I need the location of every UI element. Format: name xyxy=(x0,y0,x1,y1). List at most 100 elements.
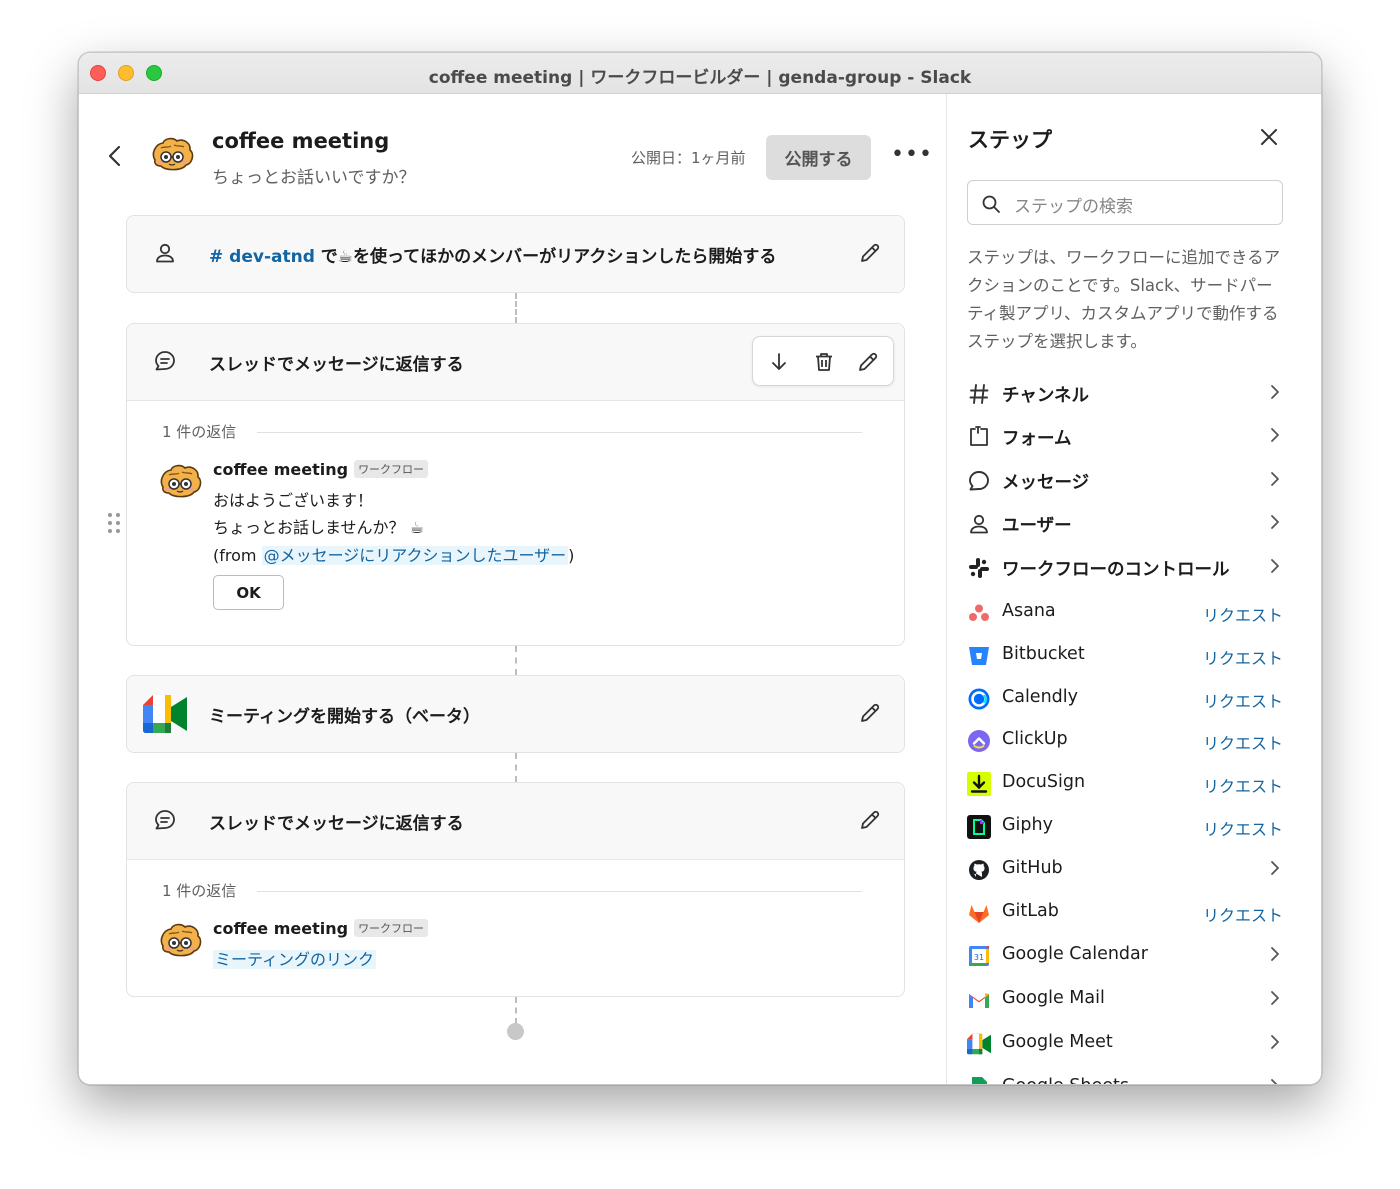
app-docusign[interactable]: DocuSign リクエスト xyxy=(967,767,1283,801)
message-line: ちょっとお話しませんか？ ☕ xyxy=(213,518,424,537)
step-card-meet[interactable]: ミーティングを開始する（ベータ） xyxy=(126,675,905,753)
reply-count: 1 件の返信 xyxy=(162,882,237,900)
message-from-line: (from @メッセージにリアクションしたユーザー) xyxy=(213,542,574,566)
add-step-end-dot[interactable] xyxy=(507,1023,524,1040)
more-options-button[interactable]: ••• xyxy=(891,142,933,167)
app-bitbucket[interactable]: Bitbucket リクエスト xyxy=(967,639,1283,673)
request-link[interactable]: リクエスト xyxy=(1203,816,1283,840)
category-workflow-control[interactable]: ワークフローのコントロール xyxy=(967,551,1283,585)
step-title: ミーティングを開始する（ベータ） xyxy=(209,706,480,727)
chevron-right-icon xyxy=(1267,556,1283,576)
app-label: Calendly xyxy=(1002,687,1078,707)
sender-name: coffee meeting ワークフロー xyxy=(213,919,429,938)
app-google-sheets[interactable]: Google Sheets xyxy=(967,1071,1283,1084)
app-google-meet[interactable]: Google Meet xyxy=(967,1027,1283,1061)
app-label: Google Calendar xyxy=(1002,944,1148,964)
app-label: Google Sheets xyxy=(1002,1076,1129,1084)
gitlab-icon xyxy=(969,905,989,923)
app-label: Google Mail xyxy=(1002,988,1105,1008)
app-label: ClickUp xyxy=(1002,729,1068,749)
meeting-link[interactable]: ミーティングのリンク xyxy=(213,950,377,969)
app-giphy[interactable]: Giphy リクエスト xyxy=(967,810,1283,844)
trigger-channel-link[interactable]: # dev-atnd xyxy=(209,247,315,267)
app-clickup[interactable]: ClickUp リクエスト xyxy=(967,724,1283,758)
sender-avatar-icon xyxy=(157,461,203,501)
category-label: チャンネル xyxy=(1002,386,1089,406)
form-icon xyxy=(970,426,988,446)
category-label: ユーザー xyxy=(1002,516,1072,536)
trash-icon[interactable] xyxy=(812,350,836,374)
step-card-reply-1[interactable]: スレッドでメッセージに返信する 1 件の返信 coffee meeting ワーク… xyxy=(126,323,905,646)
drag-handle-icon[interactable] xyxy=(107,512,121,534)
sender-name-text: coffee meeting xyxy=(213,460,349,479)
app-label: DocuSign xyxy=(1002,772,1086,792)
category-label: ワークフローのコントロール xyxy=(1002,560,1230,580)
workflow-tag: ワークフロー xyxy=(354,919,429,937)
meeting-link-line: ミーティングのリンク xyxy=(213,946,377,970)
app-label: Google Meet xyxy=(1002,1032,1113,1052)
workflow-subtitle: ちょっとお話いいですか？ xyxy=(212,168,416,188)
chevron-right-icon xyxy=(1267,944,1283,964)
category-channel[interactable]: チャンネル xyxy=(967,377,1283,411)
app-label: Bitbucket xyxy=(1002,644,1085,664)
app-github[interactable]: GitHub xyxy=(967,853,1283,887)
step-search-input[interactable]: ステップの検索 xyxy=(967,180,1283,225)
edit-step-pencil-icon[interactable] xyxy=(858,701,882,725)
request-link[interactable]: リクエスト xyxy=(1203,602,1283,626)
request-link[interactable]: リクエスト xyxy=(1203,688,1283,712)
app-asana[interactable]: Asana リクエスト xyxy=(967,596,1283,630)
asana-icon xyxy=(969,604,989,621)
message-line: おはようございます！ xyxy=(213,491,374,510)
from-prefix: (from xyxy=(213,546,262,565)
message-reply-icon xyxy=(153,349,177,373)
trigger-card[interactable]: # dev-atnd で☕を使ってほかのメンバーがリアクションしたら開始する xyxy=(126,215,905,293)
calendly-icon xyxy=(968,688,990,710)
google-meet-icon xyxy=(967,1032,991,1056)
back-button[interactable] xyxy=(107,144,123,174)
sender-name-text: coffee meeting xyxy=(213,919,349,938)
chevron-right-icon xyxy=(1267,425,1283,445)
user-mention[interactable]: @メッセージにリアクションしたユーザー xyxy=(261,546,569,565)
user-icon xyxy=(156,243,174,263)
request-link[interactable]: リクエスト xyxy=(1203,645,1283,669)
request-link[interactable]: リクエスト xyxy=(1203,902,1283,926)
window-title: coffee meeting | ワークフロービルダー | genda-grou… xyxy=(428,68,972,88)
category-message[interactable]: メッセージ xyxy=(967,464,1283,498)
chevron-right-icon xyxy=(1267,858,1283,878)
divider xyxy=(257,891,862,892)
workflow-avatar-icon xyxy=(149,134,195,174)
close-icon[interactable] xyxy=(1258,126,1280,148)
chevron-right-icon xyxy=(1267,382,1283,402)
ok-button[interactable]: OK xyxy=(213,575,284,610)
app-label: Giphy xyxy=(1002,815,1053,835)
move-down-arrow-icon[interactable] xyxy=(767,350,791,374)
request-link[interactable]: リクエスト xyxy=(1203,730,1283,754)
google-meet-icon xyxy=(143,695,187,733)
hash-icon xyxy=(969,384,989,404)
step-card-reply-2[interactable]: スレッドでメッセージに返信する 1 件の返信 coffee meeting ワーク… xyxy=(126,782,905,997)
edit-step-pencil-icon[interactable] xyxy=(858,808,882,832)
request-link[interactable]: リクエスト xyxy=(1203,773,1283,797)
edit-trigger-pencil-icon[interactable] xyxy=(858,241,882,265)
app-label: GitHub xyxy=(1002,858,1063,878)
app-google-mail[interactable]: Google Mail xyxy=(967,983,1283,1017)
title-bar: coffee meeting | ワークフロービルダー | genda-grou… xyxy=(79,53,1321,94)
category-form[interactable]: フォーム xyxy=(967,420,1283,454)
search-icon xyxy=(982,195,1000,213)
edit-step-pencil-icon[interactable] xyxy=(856,350,880,374)
step-connector xyxy=(515,997,517,1024)
trigger-description: # dev-atnd で☕を使ってほかのメンバーがリアクションしたら開始する xyxy=(209,242,776,267)
github-icon xyxy=(969,860,989,880)
gmail-icon xyxy=(969,993,989,1008)
step-toolbar xyxy=(752,336,894,386)
app-calendly[interactable]: Calendly リクエスト xyxy=(967,682,1283,716)
publish-button[interactable]: 公開する xyxy=(766,135,871,180)
giphy-icon xyxy=(967,815,991,839)
app-gitlab[interactable]: GitLab リクエスト xyxy=(967,896,1283,930)
category-user[interactable]: ユーザー xyxy=(967,507,1283,541)
app-google-calendar[interactable]: 31 Google Calendar xyxy=(967,939,1283,973)
sender-name: coffee meeting ワークフロー xyxy=(213,460,429,479)
step-title: スレッドでメッセージに返信する xyxy=(209,354,464,375)
slack-icon xyxy=(969,558,989,578)
sidebar-description: ステップは、ワークフローに追加できるアクションのことです。Slack、サードパー… xyxy=(967,248,1281,351)
